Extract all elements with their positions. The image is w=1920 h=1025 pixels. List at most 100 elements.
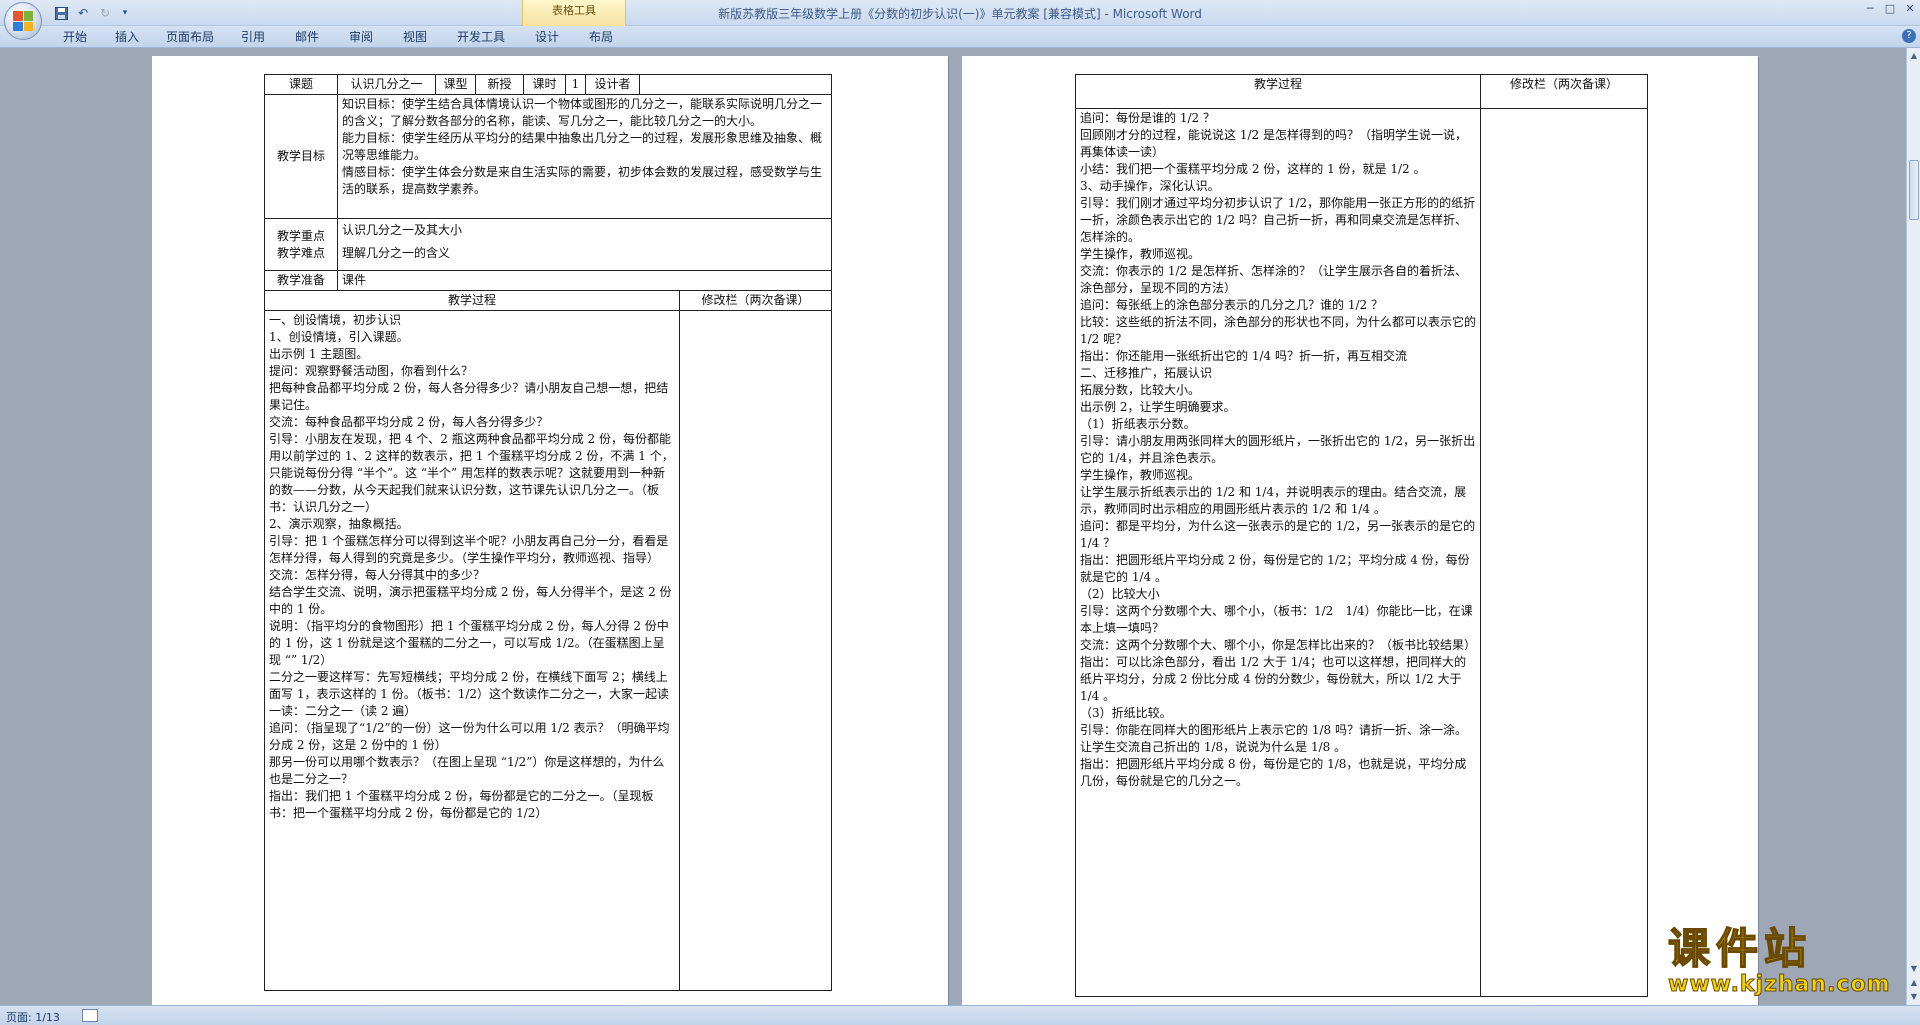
topic-value[interactable]: 认识几分之一 <box>337 74 436 95</box>
process-cell-left[interactable]: 一、创设情境，初步认识 1、创设情境，引入课题。 出示例 1 主题图。 提问：观… <box>264 310 680 991</box>
process-line: 回顾刚才分的过程，能说说这 1/2 是怎样得到的吗？（指明学生说一说，再集体读一… <box>1080 128 1467 159</box>
tab-home[interactable]: 开始 <box>58 29 92 45</box>
process-line: 引导：小朋友在发现，把 4 个、2 瓶这两种食品都平均分成 2 份，每份都能用以… <box>269 432 674 514</box>
process-line: （3）折纸比较。 <box>1080 706 1172 720</box>
process-line: 比较：这些纸的折法不同，涂色部分的形状也不同，为什么都可以表示它的 1/2 呢？ <box>1080 315 1477 346</box>
topic-label[interactable]: 课题 <box>264 74 338 95</box>
lesson-plan-table-continued: 教学过程 修改栏（两次备课） 追问：每份是谁的 1/2 ？ 回顾刚才分的过程，能… <box>1075 74 1648 997</box>
difficulty-value: 理解几分之一的含义 <box>342 246 451 260</box>
office-logo-icon <box>13 11 33 31</box>
document-page-right: 教学过程 修改栏（两次备课） 追问：每份是谁的 1/2 ？ 回顾刚才分的过程，能… <box>962 56 1758 1005</box>
process-line: 把每种食品都平均分成 2 份，每人各分得多少？请小朋友自己想一想，把结果记住。 <box>269 381 669 412</box>
previous-page-icon[interactable]: ▲ <box>1908 977 1920 989</box>
process-line: 引导：我们刚才通过平均分初步认识了 1/2，那你能用一张正方形的的纸折一折，涂颜… <box>1080 196 1476 244</box>
tab-developer[interactable]: 开发工具 <box>452 29 510 45</box>
revision-cell-left[interactable] <box>679 310 832 991</box>
tab-references[interactable]: 引用 <box>236 29 270 45</box>
tab-review[interactable]: 审阅 <box>344 29 378 45</box>
ribbon-tabs: 开始 插入 页面布局 引用 邮件 审阅 视图 开发工具 设计 布局 ? <box>0 26 1920 48</box>
process-line: 3、动手操作，深化认识。 <box>1080 179 1220 193</box>
process-line: 追问：每份是谁的 1/2 ？ <box>1080 111 1215 125</box>
tab-page-layout[interactable]: 页面布局 <box>160 29 220 45</box>
designer-label[interactable]: 设计者 <box>585 74 640 95</box>
designer-value[interactable] <box>639 74 832 95</box>
vertical-scrollbar[interactable]: ▲ ▼ ▲ ▼ <box>1906 48 1920 1005</box>
tab-insert[interactable]: 插入 <box>110 29 144 45</box>
key-difficulty-cell[interactable]: 认识几分之一及其大小 理解几分之一的含义 <box>337 218 832 271</box>
process-cell-right[interactable]: 追问：每份是谁的 1/2 ？ 回顾刚才分的过程，能说说这 1/2 是怎样得到的吗… <box>1075 108 1481 997</box>
scroll-down-icon[interactable]: ▼ <box>1908 963 1920 975</box>
tab-mailings[interactable]: 邮件 <box>290 29 324 45</box>
goals-cell[interactable]: 知识目标：使学生结合具体情境认识一个物体或图形的几分之一，能联系实际说明几分之一… <box>337 94 832 219</box>
process-line: 一、创设情境，初步认识 <box>269 313 402 327</box>
process-line: 小结：我们把一个蛋糕平均分成 2 份，这样的 1 份，就是 1/2 。 <box>1080 162 1426 176</box>
next-page-icon[interactable]: ▼ <box>1908 991 1920 1003</box>
document-page-left: 课题 认识几分之一 课型 新授 课时 1 设计者 教学目标 知识目标：使学生结合… <box>152 56 948 1005</box>
process-line: 提问：观察野餐活动图，你看到什么？ <box>269 364 474 378</box>
lesson-plan-table: 课题 认识几分之一 课型 新授 课时 1 设计者 教学目标 知识目标：使学生结合… <box>264 74 832 991</box>
process-header-row: 教学过程 修改栏（两次备课） <box>264 290 832 311</box>
revision-label[interactable]: 修改栏（两次备课） <box>1480 74 1648 109</box>
revision-cell-right[interactable] <box>1480 108 1648 997</box>
tab-design[interactable]: 设计 <box>530 29 564 45</box>
process-line: 2、演示观察，抽象概括。 <box>269 517 409 531</box>
prep-value[interactable]: 课件 <box>337 270 832 291</box>
proofing-icon[interactable] <box>82 1009 98 1022</box>
maximize-button[interactable]: □ <box>1882 2 1898 16</box>
process-line: 那另一份可以用哪个数表示？（在图上呈现 “1/2”）你是这样想的，为什么也是二分… <box>269 755 665 786</box>
goal-knowledge: 知识目标：使学生结合具体情境认识一个物体或图形的几分之一，能联系实际说明几分之一… <box>342 97 823 128</box>
process-line: 指出：把圆形纸片平均分成 2 份，每份是它的 1/2；平均分成 4 份，每份就是… <box>1080 553 1470 584</box>
process-line: 说明：（指平均分的食物图形）把 1 个蛋糕平均分成 2 份，每人分得 2 份中的… <box>269 619 669 667</box>
document-workspace: 课题 认识几分之一 课型 新授 课时 1 设计者 教学目标 知识目标：使学生结合… <box>0 48 1906 1005</box>
tab-view[interactable]: 视图 <box>398 29 432 45</box>
process-line: 指出：把圆形纸片平均分成 8 份，每份是它的 1/8，也就是说，平均分成几份，每… <box>1080 757 1467 788</box>
revision-label[interactable]: 修改栏（两次备课） <box>679 290 832 311</box>
type-label[interactable]: 课型 <box>435 74 476 95</box>
watermark-logo: 课件站 www.kjzhan.com <box>1667 924 1908 1001</box>
type-value[interactable]: 新授 <box>475 74 524 95</box>
process-line: 交流：你表示的 1/2 是怎样折、怎样涂的？（让学生展示各自的着折法、涂色部分，… <box>1080 264 1467 295</box>
process-line: 引导：这两个分数哪个大、哪个小，（板书：1/2 1/4）你能比一比，在课本上填一… <box>1080 604 1473 635</box>
watermark-url: www.kjzhan.com <box>1668 972 1891 997</box>
window-title: 新版苏教版三年级数学上册《分数的初步认识(一)》单元教案 [兼容模式] - Mi… <box>718 7 1202 21</box>
process-line: 1、创设情境，引入课题。 <box>269 330 409 344</box>
process-line: （1）折纸表示分数。 <box>1080 417 1196 431</box>
tab-layout[interactable]: 布局 <box>584 29 618 45</box>
process-line: （2）比较大小 <box>1080 587 1160 601</box>
page-indicator[interactable]: 页面: 1/13 <box>6 1009 60 1025</box>
key-value: 认识几分之一及其大小 <box>342 223 463 237</box>
process-line: 出示例 2，让学生明确要求。 <box>1080 400 1236 414</box>
key-label: 教学重点 <box>276 228 325 243</box>
process-line: 学生操作，教师巡视。 <box>1080 247 1201 261</box>
process-label[interactable]: 教学过程 <box>1075 74 1481 109</box>
process-line: 让学生交流自己折出的 1/8，说说为什么是 1/8 。 <box>1080 740 1347 754</box>
status-bar: 页面: 1/13 <box>0 1005 1920 1025</box>
hours-value[interactable]: 1 <box>565 74 586 95</box>
process-line: 结合学生交流、说明，演示把蛋糕平均分成 2 份，每人分得半个，是这 2 份中的 … <box>269 585 672 616</box>
process-line: 追问：每张纸上的涂色部分表示的几分之几？谁的 1/2 ？ <box>1080 298 1383 312</box>
process-line: 追问：都是平均分，为什么这一张表示的是它的 1/2，另一张表示的是它的 1/4 … <box>1080 519 1476 550</box>
office-button[interactable] <box>4 2 42 40</box>
process-line: 指出：可以比涂色部分，看出 1/2 大于 1/4；也可以这样想，把同样大的纸片平… <box>1080 655 1467 703</box>
difficulty-label: 教学难点 <box>276 245 325 260</box>
process-row: 追问：每份是谁的 1/2 ？ 回顾刚才分的过程，能说说这 1/2 是怎样得到的吗… <box>1075 108 1648 997</box>
key-difficulty-label[interactable]: 教学重点 教学难点 <box>264 218 338 271</box>
header-row: 课题 认识几分之一 课型 新授 课时 1 设计者 <box>264 74 832 95</box>
process-line: 交流：怎样分得，每人分得其中的多少？ <box>269 568 486 582</box>
process-line: 引导：把 1 个蛋糕怎样分可以得到这半个呢？小朋友再自己分一分，看看是怎样分得，… <box>269 534 669 565</box>
goals-label[interactable]: 教学目标 <box>264 94 338 219</box>
key-row: 教学重点 教学难点 认识几分之一及其大小 理解几分之一的含义 <box>264 218 832 271</box>
minimize-button[interactable]: ─ <box>1862 2 1878 16</box>
prep-row: 教学准备 课件 <box>264 270 832 291</box>
prep-label[interactable]: 教学准备 <box>264 270 338 291</box>
process-line: 追问：（指呈现了“1/2”的一份）这一份为什么可以用 1/2 表示？（明确平均分… <box>269 721 670 752</box>
watermark-brand: 课件站 <box>1667 924 1813 974</box>
hours-label[interactable]: 课时 <box>523 74 566 95</box>
close-button[interactable]: ✕ <box>1902 2 1918 16</box>
process-label[interactable]: 教学过程 <box>264 290 680 311</box>
help-icon[interactable]: ? <box>1902 29 1916 43</box>
scroll-thumb[interactable] <box>1909 160 1919 220</box>
scroll-up-icon[interactable]: ▲ <box>1908 50 1920 62</box>
process-line: 出示例 1 主题图。 <box>269 347 369 361</box>
process-line: 让学生展示折纸表示出的 1/2 和 1/4，并说明表示的理由。结合交流，展示，教… <box>1080 485 1467 516</box>
